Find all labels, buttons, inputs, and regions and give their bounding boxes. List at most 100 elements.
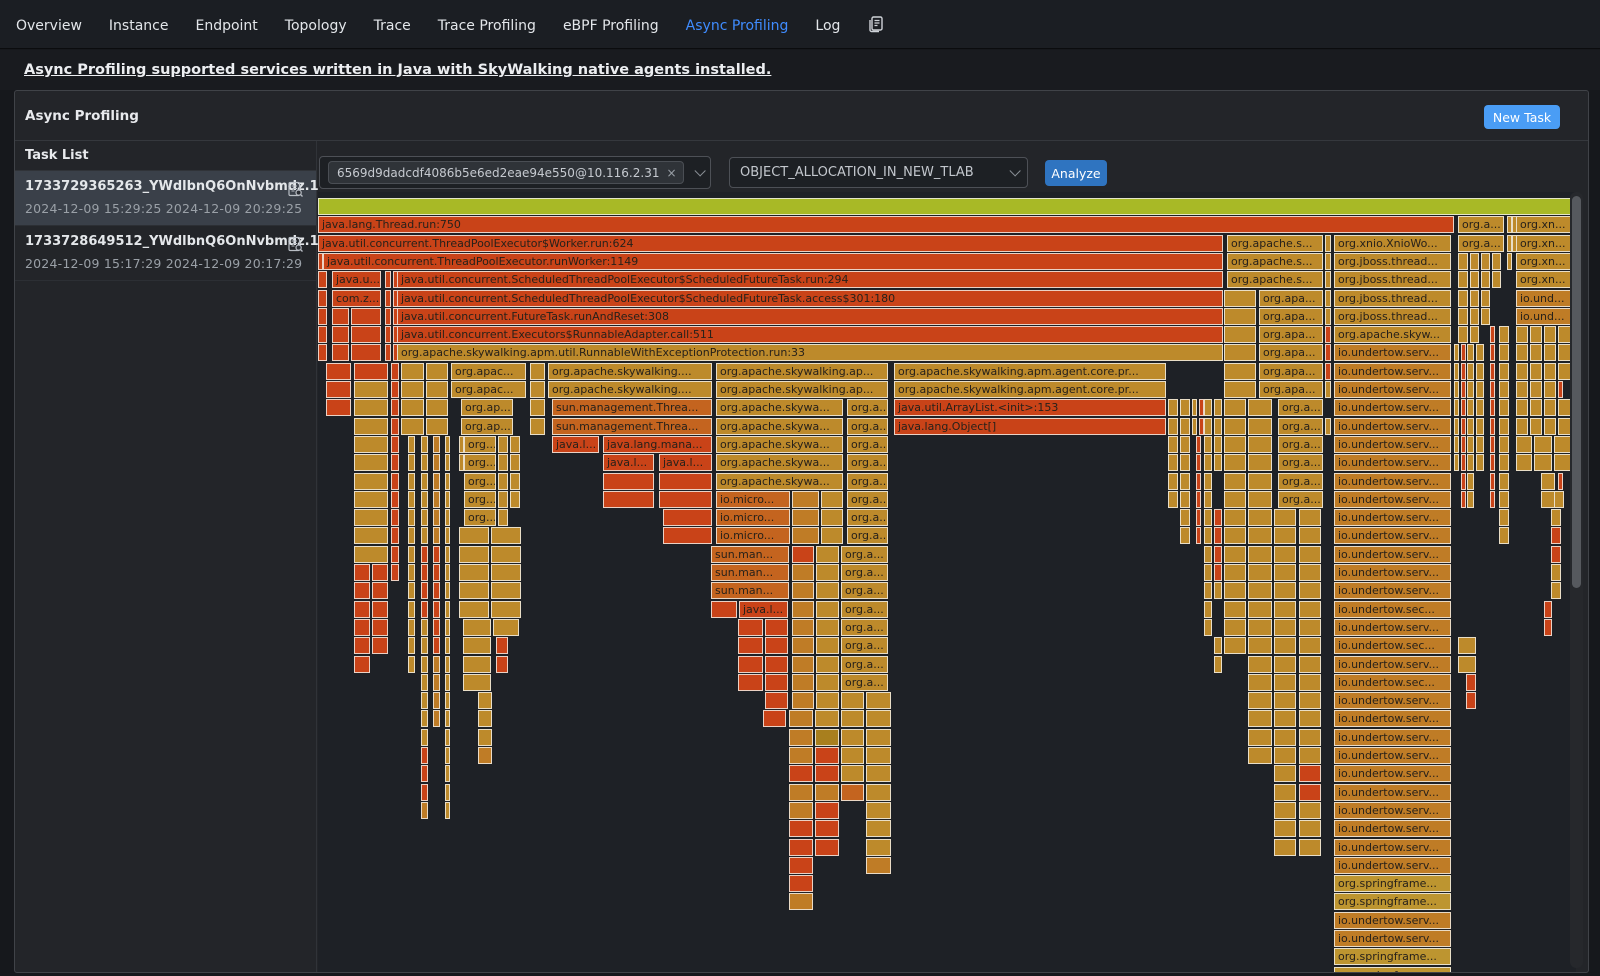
flame-cell[interactable] [498,509,508,526]
flame-cell[interactable] [765,692,788,709]
flame-cell[interactable] [1224,436,1246,453]
flame-cell[interactable]: org.jboss.thread... [1334,290,1451,307]
flame-cell[interactable] [421,564,428,581]
flame-cell[interactable] [421,473,428,490]
flame-cell[interactable] [421,637,428,654]
task-item[interactable]: 1733729365263_YWdlbnQ6OnNvbmdz.12024-12-… [15,171,316,226]
flame-cell[interactable] [1544,363,1556,380]
flame-cell[interactable] [1325,290,1331,307]
flame-cell[interactable] [1248,546,1272,563]
flame-cell[interactable] [1554,454,1571,471]
flame-cell[interactable] [1214,527,1222,544]
flame-cell[interactable] [491,582,521,599]
flame-cell[interactable]: io.undertow.serv... [1334,344,1451,361]
flame-cell[interactable] [789,857,813,874]
flame-cell[interactable] [1224,637,1246,654]
flame-cell[interactable] [354,564,370,581]
flame-cell[interactable]: org.xn... [1516,253,1571,270]
flame-cell[interactable]: io.micro... [716,509,790,526]
flame-cell[interactable]: java.util.ArrayList.<init>:153 [894,399,1166,416]
flame-cell[interactable] [1530,381,1542,398]
flame-cell[interactable] [1214,546,1222,563]
flame-cell[interactable] [1476,363,1484,380]
flame-cell[interactable] [792,564,814,581]
flame-cell[interactable] [1248,564,1272,581]
flame-cell[interactable] [332,308,349,325]
flame-cell[interactable]: org.ap... [461,418,513,435]
flame-cell[interactable] [496,656,508,673]
flame-cell[interactable]: io.micro... [716,527,790,544]
flame-cell[interactable] [789,747,813,764]
flame-cell[interactable] [433,564,440,581]
flame-cell[interactable]: org.apache.skywalking.apm.util.RunnableW… [397,344,1223,361]
flame-cell[interactable]: org.xnio.XnioWo... [1334,235,1451,252]
flame-cell[interactable]: org.a... [847,399,888,416]
flame-scrollbar-thumb[interactable] [1572,196,1581,588]
flame-cell[interactable]: io.undertow.serv... [1334,491,1451,508]
flame-cell[interactable] [1492,271,1501,288]
flame-cell[interactable] [1461,399,1466,416]
nav-item-log[interactable]: Log [815,18,840,34]
flame-cell[interactable]: sun.man... [711,564,789,581]
flame-cell[interactable] [433,527,440,544]
flame-cell[interactable]: io.undertow.serv... [1334,692,1451,709]
flame-cell[interactable] [1214,564,1222,581]
flame-cell[interactable] [433,637,440,654]
flame-cell[interactable] [401,418,424,435]
flame-cell[interactable] [433,582,440,599]
flame-cell[interactable] [1204,582,1212,599]
flame-cell[interactable] [1530,326,1542,343]
flame-cell[interactable]: org.apache.skywa... [716,418,843,435]
flame-cell[interactable] [1325,344,1331,361]
flame-cell[interactable] [391,546,399,563]
flame-cell[interactable] [1490,344,1495,361]
flame-cell[interactable]: sun.management.Threa... [552,418,712,435]
flame-cell[interactable]: org.a... [847,527,888,544]
flame-cell[interactable] [459,582,489,599]
flame-cell[interactable]: org.apac... [451,381,526,398]
flame-cell[interactable] [1481,271,1490,288]
flame-cell[interactable] [1196,527,1201,544]
flame-cell[interactable] [1544,418,1556,435]
flame-cell[interactable] [1490,326,1495,343]
flame-cell[interactable] [1248,747,1272,764]
flame-cell[interactable] [1274,656,1296,673]
flame-cell[interactable] [491,546,521,563]
flame-cell[interactable] [1551,564,1561,581]
flame-cell[interactable]: org.a... [847,418,888,435]
flame-cell[interactable] [816,601,839,618]
flame-cell[interactable] [445,564,450,581]
flame-cell[interactable]: org.apache.skywa... [716,436,843,453]
flame-cell[interactable] [1248,601,1272,618]
flame-cell[interactable] [1224,418,1246,435]
flame-cell[interactable] [711,601,737,618]
flame-cell[interactable] [1516,454,1532,471]
flame-cell[interactable]: io.undertow.serv... [1334,802,1451,819]
flame-cell[interactable] [332,326,349,343]
flame-cell[interactable] [1544,619,1552,636]
supported-services-link[interactable]: Async Profiling supported services writt… [24,62,771,78]
flame-cell[interactable] [841,784,864,801]
flame-cell[interactable] [1214,637,1222,654]
flame-cell[interactable] [765,637,788,654]
flame-cell[interactable]: io.undertow.serv... [1334,454,1451,471]
event-type-select[interactable]: OBJECT_ALLOCATION_IN_NEW_TLAB [729,157,1028,188]
nav-item-async-profiling[interactable]: Async Profiling [686,18,789,34]
flame-cell[interactable] [354,546,388,563]
flame-cell[interactable] [1299,527,1321,544]
flame-cell[interactable] [866,820,891,837]
flame-cell[interactable]: org.a... [841,601,888,618]
flame-cell[interactable] [445,473,450,490]
flame-cell[interactable] [498,436,508,453]
flame-cell[interactable]: java.l... [603,454,654,471]
flame-cell[interactable] [1299,710,1321,727]
flame-cell[interactable] [385,344,391,361]
flame-cell[interactable]: org.a... [1278,454,1323,471]
flame-cell[interactable] [445,454,450,471]
flame-cell[interactable] [401,381,424,398]
flame-cell[interactable] [1224,363,1256,380]
flame-cell[interactable] [1534,436,1552,453]
flame-cell[interactable]: org... [464,509,496,526]
flame-cell[interactable] [401,399,424,416]
flame-cell[interactable]: org... [464,473,496,490]
